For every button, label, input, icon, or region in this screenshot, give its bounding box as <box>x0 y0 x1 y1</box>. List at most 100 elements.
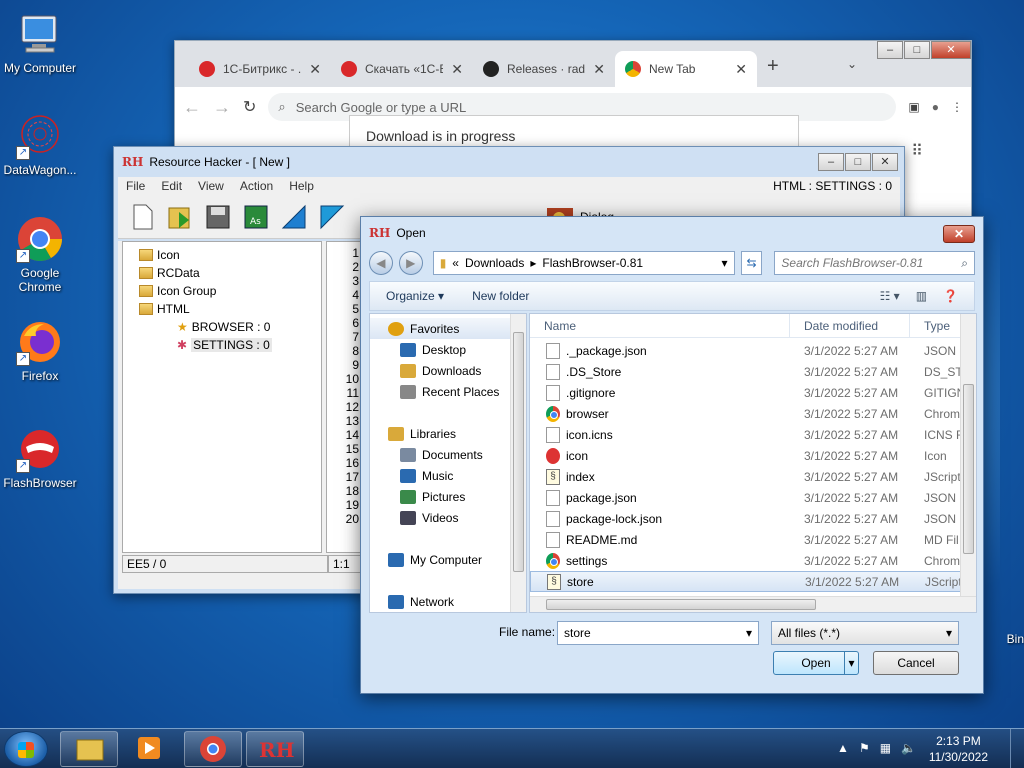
menu-icon[interactable]: ⋮ <box>951 100 963 114</box>
file-row[interactable]: .gitignore 3/1/2022 5:27 AM GITIGN <box>530 382 976 403</box>
save-icon[interactable] <box>202 201 234 233</box>
navigation-scrollbar[interactable] <box>510 314 526 612</box>
file-row[interactable]: package.json 3/1/2022 5:27 AM JSON F <box>530 487 976 508</box>
start-button[interactable] <box>4 731 48 767</box>
maximize-icon[interactable]: □ <box>904 41 930 59</box>
column-type[interactable]: Type <box>910 314 964 337</box>
open-dropdown-icon[interactable]: ▾ <box>844 652 858 674</box>
breadcrumb-prefix[interactable]: « <box>452 256 459 270</box>
file-row[interactable]: § store 3/1/2022 5:27 AM JScript <box>530 571 976 592</box>
scroll-thumb[interactable] <box>546 599 816 610</box>
tree-node[interactable]: Icon <box>131 246 313 264</box>
save-as-icon[interactable]: As <box>240 201 272 233</box>
desktop-icon-my-computer[interactable]: My Computer <box>0 10 80 75</box>
scroll-thumb[interactable] <box>513 332 524 572</box>
menu-view[interactable]: View <box>198 179 224 193</box>
nav-item-network[interactable]: Network <box>370 591 526 612</box>
file-row[interactable]: README.md 3/1/2022 5:27 AM MD Fil <box>530 529 976 550</box>
maximize-icon[interactable]: □ <box>845 153 871 171</box>
help-icon[interactable]: ❓ <box>943 289 958 303</box>
file-row[interactable]: browser 3/1/2022 5:27 AM Chrom <box>530 403 976 424</box>
tray-action-center-icon[interactable]: ⚑ <box>859 741 870 755</box>
tree-node[interactable]: ✱ SETTINGS : 0 <box>131 336 313 354</box>
breadcrumb-downloads[interactable]: Downloads <box>465 256 524 270</box>
navigation-pane[interactable]: Favorites Desktop Downloads Recent Places Li… <box>369 313 527 613</box>
column-date[interactable]: Date modified <box>790 314 910 337</box>
open-dialog[interactable]: RH Open ✕ ◀ ▶ ▮ « Downloads ▸ FlashBrows… <box>360 216 984 694</box>
sidebar-icon[interactable]: ▣ <box>908 100 919 114</box>
reload-icon[interactable]: ↻ <box>243 97 256 117</box>
nav-item-desktop[interactable]: Desktop <box>370 339 526 360</box>
new-tab-button[interactable]: + <box>767 55 779 78</box>
nav-item-my-computer[interactable]: My Computer <box>370 549 526 570</box>
column-name[interactable]: Name <box>530 314 790 337</box>
menu-file[interactable]: File <box>126 179 145 193</box>
minimize-icon[interactable]: – <box>818 153 844 171</box>
file-row[interactable]: § index 3/1/2022 5:27 AM JScript <box>530 466 976 487</box>
desktop-icon-recycle-bin[interactable]: Bin <box>944 632 1024 646</box>
profile-icon[interactable]: ● <box>932 100 939 114</box>
clock[interactable]: 2:13 PM 11/30/2022 <box>929 733 988 765</box>
arrow-up-left-icon[interactable] <box>278 201 310 233</box>
file-type-filter[interactable]: All files (*.*) ▾ <box>771 621 959 645</box>
tab-search-icon[interactable]: ⌄ <box>847 57 857 71</box>
chrome-tab-download[interactable]: Скачать «1С-Б... ✕ <box>331 51 473 87</box>
tree-node[interactable]: ★ BROWSER : 0 <box>131 318 313 336</box>
close-icon[interactable]: ✕ <box>309 61 321 78</box>
close-icon[interactable]: ✕ <box>931 41 971 59</box>
nav-item-libraries[interactable]: Libraries <box>370 423 526 444</box>
desktop-icon-chrome[interactable]: ↗ Google Chrome <box>0 215 80 294</box>
close-icon[interactable]: ✕ <box>451 61 463 78</box>
file-name-value[interactable]: store <box>564 626 746 640</box>
file-row[interactable]: icon 3/1/2022 5:27 AM Icon <box>530 445 976 466</box>
resource-tree[interactable]: Icon RCData Icon Group HTML ★ BROWSER : 0 ✱ SET… <box>122 241 322 553</box>
nav-item-pictures[interactable]: Pictures <box>370 486 526 507</box>
minimize-icon[interactable]: – <box>877 41 903 59</box>
file-list[interactable]: Name Date modified Type ._package.json 3/… <box>529 313 977 613</box>
chrome-tab-releases[interactable]: Releases · radi... ✕ <box>473 51 615 87</box>
new-file-icon[interactable] <box>126 201 158 233</box>
chevron-down-icon[interactable]: ▾ <box>746 626 752 640</box>
tree-node[interactable]: HTML <box>131 300 313 318</box>
open-button[interactable]: Open ▾ <box>773 651 859 675</box>
chrome-tab-new[interactable]: New Tab ✕ <box>615 51 757 87</box>
horizontal-scrollbar[interactable] <box>530 596 976 612</box>
nav-item-favorites[interactable]: Favorites <box>370 318 526 339</box>
tray-expand-icon[interactable]: ▲ <box>837 741 849 755</box>
chrome-tab-bitrix[interactable]: 1С-Битрикс - ... ✕ <box>189 51 331 87</box>
chevron-down-icon[interactable]: ▾ <box>722 256 728 270</box>
desktop-icon-firefox[interactable]: ↗ Firefox <box>0 318 80 383</box>
address-bar[interactable]: ▮ « Downloads ▸ FlashBrowser-0.81 ▾ <box>432 251 735 275</box>
preview-pane-icon[interactable]: ▥ <box>916 289 927 303</box>
arrow-down-right-icon[interactable] <box>316 201 348 233</box>
back-icon[interactable]: ← <box>183 97 201 118</box>
nav-item-videos[interactable]: Videos <box>370 507 526 528</box>
menu-help[interactable]: Help <box>289 179 314 193</box>
file-row[interactable]: package-lock.json 3/1/2022 5:27 AM JSON F <box>530 508 976 529</box>
nav-item-music[interactable]: Music <box>370 465 526 486</box>
search-icon[interactable]: ⌕ <box>961 256 968 271</box>
file-list-scrollbar[interactable] <box>960 314 976 598</box>
menu-edit[interactable]: Edit <box>161 179 182 193</box>
desktop-icon-datawagon[interactable]: ↗ DataWagon... <box>0 112 80 177</box>
show-desktop-button[interactable] <box>1010 729 1024 768</box>
menu-action[interactable]: Action <box>240 179 273 193</box>
desktop-icon-flashbrowser[interactable]: ↗ FlashBrowser <box>0 425 80 490</box>
tree-node[interactable]: RCData <box>131 264 313 282</box>
nav-item-recent-places[interactable]: Recent Places <box>370 381 526 402</box>
scroll-thumb[interactable] <box>963 384 974 554</box>
apps-grid-icon[interactable]: ⠿ <box>911 141 923 161</box>
file-row[interactable]: settings 3/1/2022 5:27 AM Chrom <box>530 550 976 571</box>
forward-icon[interactable]: → <box>213 97 231 118</box>
cancel-button[interactable]: Cancel <box>873 651 959 675</box>
close-icon[interactable]: ✕ <box>943 225 975 243</box>
chevron-right-icon[interactable]: ▸ <box>530 256 536 270</box>
taskbar-resource-hacker[interactable]: RH <box>246 731 304 767</box>
close-icon[interactable]: ✕ <box>593 61 605 78</box>
back-icon[interactable]: ◀ <box>369 251 393 275</box>
breadcrumb-flashbrowser[interactable]: FlashBrowser-0.81 <box>542 256 643 270</box>
open-folder-icon[interactable] <box>164 201 196 233</box>
view-options-icon[interactable]: ☷ ▾ <box>880 289 900 303</box>
tray-volume-icon[interactable]: 🔈 <box>901 741 916 755</box>
search-input[interactable] <box>781 256 962 270</box>
